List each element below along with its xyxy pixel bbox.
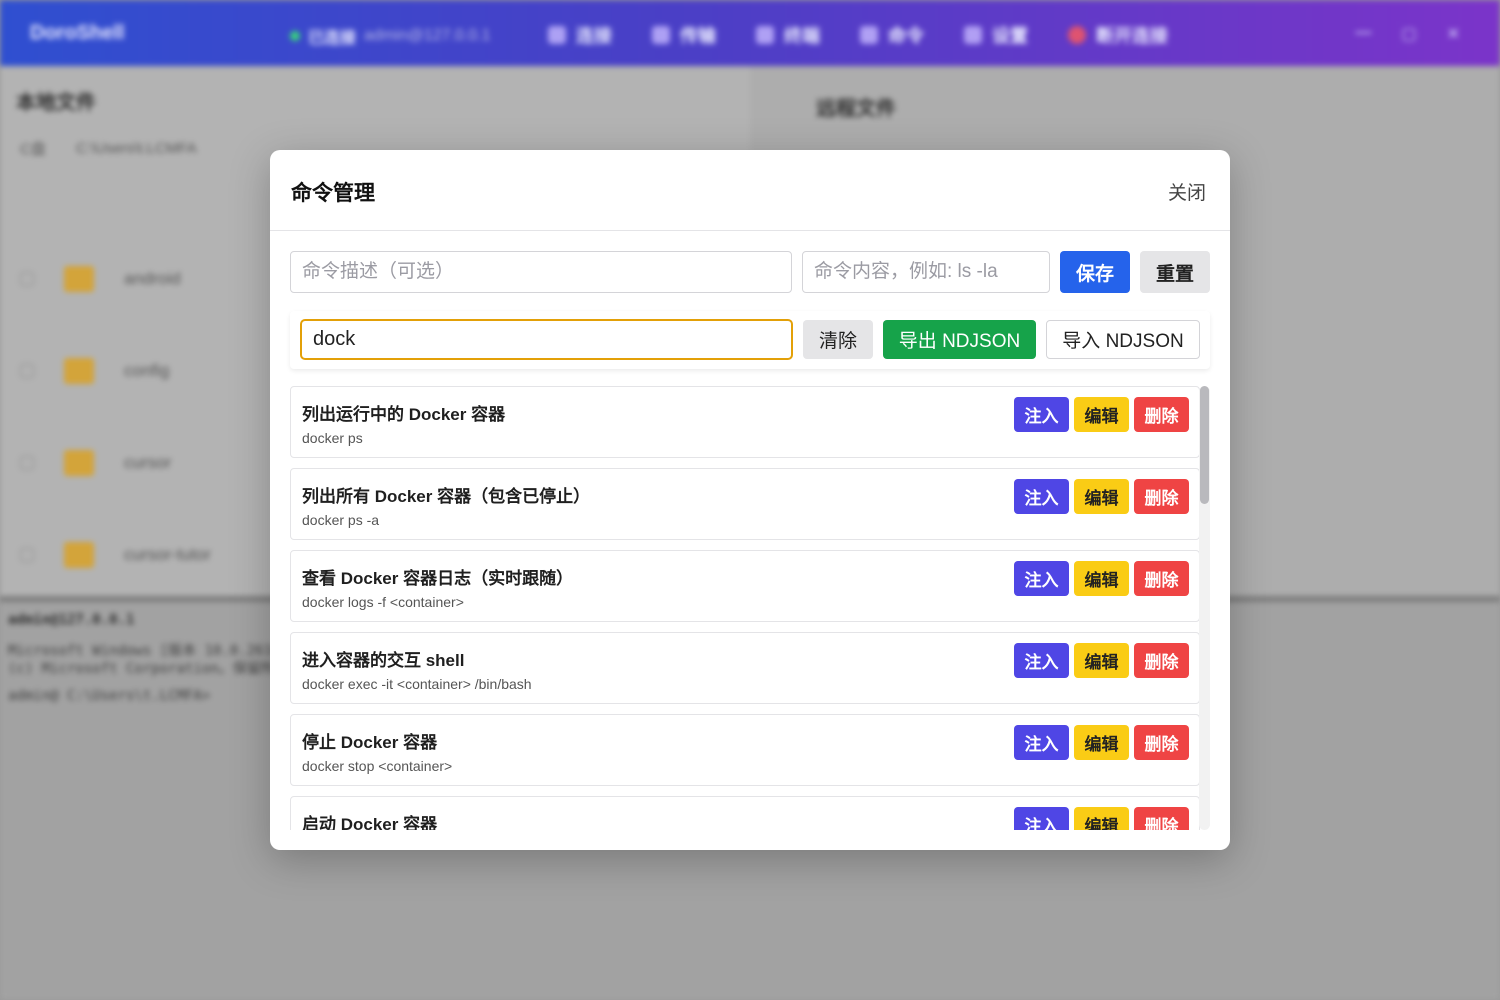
folder-icon xyxy=(64,266,94,292)
file-name: cursor xyxy=(124,453,172,472)
settings-icon xyxy=(964,26,982,44)
delete-button[interactable]: 删除 xyxy=(1134,397,1189,432)
command-content-input[interactable] xyxy=(802,251,1050,293)
connection-status-text: 已连接 xyxy=(308,30,357,47)
edit-button[interactable]: 编辑 xyxy=(1074,397,1129,432)
inject-button[interactable]: 注入 xyxy=(1014,807,1069,830)
command-text: docker ps -a xyxy=(302,512,380,528)
local-files-title: 本地文件 xyxy=(16,92,96,114)
maximize-icon[interactable]: ▢ xyxy=(1401,24,1416,44)
menu-item-settings[interactable]: 设置 xyxy=(964,22,1028,48)
command-item: 停止 Docker 容器 docker stop <container> 注入 … xyxy=(290,714,1200,786)
command-title: 进入容器的交互 shell xyxy=(302,651,465,670)
command-text: docker exec -it <container> /bin/bash xyxy=(302,676,532,692)
command-item: 启动 Docker 容器 注入 编辑 删除 xyxy=(290,796,1200,830)
terminal-session: admin@127.0.0.1 xyxy=(8,612,135,628)
command-description-input[interactable] xyxy=(290,251,792,293)
delete-button[interactable]: 删除 xyxy=(1134,643,1189,678)
inject-button[interactable]: 注入 xyxy=(1014,725,1069,760)
remote-files-title: 远程文件 xyxy=(816,98,896,120)
close-button[interactable]: 关闭 xyxy=(1168,178,1206,205)
connection-user: admin@127.0.0.1 xyxy=(364,27,491,44)
inject-button[interactable]: 注入 xyxy=(1014,479,1069,514)
command-item: 查看 Docker 容器日志（实时跟随） docker logs -f <con… xyxy=(290,550,1200,622)
command-text: docker logs -f <container> xyxy=(302,594,464,610)
dialog-header: 命令管理 关闭 xyxy=(270,150,1230,231)
minimize-icon[interactable]: — xyxy=(1355,24,1371,44)
disconnect-icon xyxy=(1068,26,1086,44)
save-button[interactable]: 保存 xyxy=(1060,251,1130,293)
window-controls: — ▢ ✕ xyxy=(1355,24,1460,44)
scrollbar-thumb[interactable] xyxy=(1200,386,1209,504)
inject-button[interactable]: 注入 xyxy=(1014,643,1069,678)
command-item: 列出运行中的 Docker 容器 docker ps 注入 编辑 删除 xyxy=(290,386,1200,458)
command-text: docker stop <container> xyxy=(302,758,453,774)
delete-button[interactable]: 删除 xyxy=(1134,561,1189,596)
top-navigation-bar: DoroShell 已连接 admin@127.0.0.1 连接 传输 终端 命… xyxy=(0,0,1500,66)
close-window-icon[interactable]: ✕ xyxy=(1447,24,1460,44)
edit-button[interactable]: 编辑 xyxy=(1074,643,1129,678)
search-toolbar: 清除 导出 NDJSON 导入 NDJSON xyxy=(290,311,1210,369)
menu-item-terminal[interactable]: 终端 xyxy=(756,22,820,48)
reset-button[interactable]: 重置 xyxy=(1140,251,1210,293)
terminal-icon xyxy=(756,26,774,44)
dialog-title: 命令管理 xyxy=(291,182,375,205)
status-dot-icon xyxy=(290,31,300,41)
file-name: config xyxy=(124,361,170,380)
checkbox[interactable] xyxy=(20,272,34,286)
command-text: docker ps xyxy=(302,430,363,446)
command-title: 查看 Docker 容器日志（实时跟随） xyxy=(302,569,574,588)
menu-item-commands[interactable]: 命令 xyxy=(860,22,924,48)
folder-icon xyxy=(64,542,94,568)
menu-item-disconnect[interactable]: 断开连接 xyxy=(1068,22,1168,48)
menu-item-connect[interactable]: 连接 xyxy=(548,22,612,48)
command-title: 列出运行中的 Docker 容器 xyxy=(302,405,506,424)
transfer-icon xyxy=(652,26,670,44)
delete-button[interactable]: 删除 xyxy=(1134,807,1189,830)
checkbox[interactable] xyxy=(20,364,34,378)
connect-icon xyxy=(548,26,566,44)
checkbox[interactable] xyxy=(20,456,34,470)
local-path[interactable]: C:\Users\t.LCMFA xyxy=(76,140,197,157)
file-row[interactable]: cursor xyxy=(20,450,171,476)
file-name: android xyxy=(124,269,181,288)
checkbox[interactable] xyxy=(20,548,34,562)
terminal-line: admin@ C:\Users\t.LCMFA> xyxy=(8,688,211,704)
menu-item-transfer[interactable]: 传输 xyxy=(652,22,716,48)
drive-label[interactable]: C盘 xyxy=(20,138,46,159)
app-name: DoroShell xyxy=(30,22,125,44)
inject-button[interactable]: 注入 xyxy=(1014,397,1069,432)
search-input[interactable] xyxy=(300,319,793,360)
command-list[interactable]: 列出运行中的 Docker 容器 docker ps 注入 编辑 删除 列出所有… xyxy=(290,386,1212,830)
command-title: 启动 Docker 容器 xyxy=(302,815,438,830)
local-path-bar: C盘 C:\Users\t.LCMFA xyxy=(20,138,197,159)
delete-button[interactable]: 删除 xyxy=(1134,725,1189,760)
clear-button[interactable]: 清除 xyxy=(803,320,873,359)
import-ndjson-button[interactable]: 导入 NDJSON xyxy=(1046,320,1200,359)
file-row[interactable]: cursor-tutor xyxy=(20,542,211,568)
folder-icon xyxy=(64,450,94,476)
file-row[interactable]: android xyxy=(20,266,181,292)
connection-status: 已连接 admin@127.0.0.1 xyxy=(290,24,491,48)
terminal-line: Microsoft Windows [版本 10.0.26100] xyxy=(8,643,298,659)
command-manager-dialog: 命令管理 关闭 保存 重置 清除 导出 NDJSON 导入 NDJSON 列出运… xyxy=(270,150,1230,850)
file-row[interactable]: config xyxy=(20,358,169,384)
command-list-scrollbar[interactable] xyxy=(1199,386,1210,830)
main-menu: 连接 传输 终端 命令 设置 断开连接 xyxy=(548,22,1168,48)
command-title: 列出所有 Docker 容器（包含已停止） xyxy=(302,487,591,506)
command-title: 停止 Docker 容器 xyxy=(302,733,438,752)
edit-button[interactable]: 编辑 xyxy=(1074,561,1129,596)
delete-button[interactable]: 删除 xyxy=(1134,479,1189,514)
command-item: 进入容器的交互 shell docker exec -it <container… xyxy=(290,632,1200,704)
inject-button[interactable]: 注入 xyxy=(1014,561,1069,596)
edit-button[interactable]: 编辑 xyxy=(1074,807,1129,830)
export-ndjson-button[interactable]: 导出 NDJSON xyxy=(883,320,1036,359)
edit-button[interactable]: 编辑 xyxy=(1074,479,1129,514)
command-icon xyxy=(860,26,878,44)
file-name: cursor-tutor xyxy=(124,545,211,564)
folder-icon xyxy=(64,358,94,384)
edit-button[interactable]: 编辑 xyxy=(1074,725,1129,760)
command-item: 列出所有 Docker 容器（包含已停止） docker ps -a 注入 编辑… xyxy=(290,468,1200,540)
